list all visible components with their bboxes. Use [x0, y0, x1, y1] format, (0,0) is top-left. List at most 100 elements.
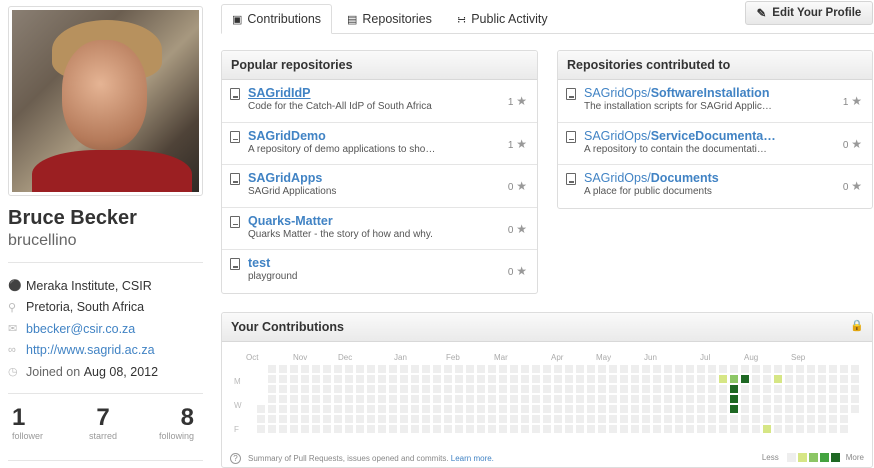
contribution-day[interactable]	[840, 415, 848, 423]
contribution-day[interactable]	[312, 395, 320, 403]
contribution-day[interactable]	[477, 385, 485, 393]
contribution-day[interactable]	[796, 395, 804, 403]
contribution-day[interactable]	[356, 415, 364, 423]
contribution-day[interactable]	[697, 425, 705, 433]
contribution-day[interactable]	[609, 415, 617, 423]
contribution-day[interactable]	[851, 365, 859, 373]
contribution-day[interactable]	[576, 365, 584, 373]
star-count[interactable]: 0 ★	[843, 179, 862, 193]
contribution-day[interactable]	[840, 375, 848, 383]
contribution-day[interactable]	[763, 365, 771, 373]
contribution-day[interactable]	[620, 415, 628, 423]
contribution-day[interactable]	[279, 395, 287, 403]
contribution-day[interactable]	[378, 385, 386, 393]
contribution-day[interactable]	[554, 395, 562, 403]
contribution-day[interactable]	[785, 425, 793, 433]
contribution-day[interactable]	[312, 415, 320, 423]
contribution-day[interactable]	[510, 425, 518, 433]
star-count[interactable]: 0 ★	[508, 222, 527, 236]
contribution-day[interactable]	[389, 425, 397, 433]
contribution-day[interactable]	[796, 415, 804, 423]
contribution-day[interactable]	[499, 385, 507, 393]
contribution-day[interactable]	[455, 385, 463, 393]
contribution-day[interactable]	[477, 425, 485, 433]
contribution-day[interactable]	[477, 415, 485, 423]
contribution-day[interactable]	[499, 405, 507, 413]
contribution-day[interactable]	[290, 375, 298, 383]
contribution-day[interactable]	[686, 425, 694, 433]
contribution-day[interactable]	[851, 375, 859, 383]
star-count[interactable]: 1 ★	[843, 94, 862, 108]
contribution-day[interactable]	[840, 385, 848, 393]
website-link[interactable]: http://www.sagrid.ac.za	[26, 343, 155, 357]
star-count[interactable]: 0 ★	[508, 179, 527, 193]
contribution-day[interactable]	[312, 375, 320, 383]
contribution-day[interactable]	[664, 415, 672, 423]
contribution-day[interactable]	[565, 395, 573, 403]
contribution-day[interactable]	[378, 365, 386, 373]
contribution-day[interactable]	[499, 395, 507, 403]
contribution-day[interactable]	[268, 385, 276, 393]
contribution-day[interactable]	[422, 385, 430, 393]
contribution-day[interactable]	[543, 425, 551, 433]
contribution-day[interactable]	[686, 405, 694, 413]
contribution-day[interactable]	[796, 405, 804, 413]
contribution-day[interactable]	[818, 385, 826, 393]
contribution-day[interactable]	[730, 365, 738, 373]
contribution-day[interactable]	[851, 405, 859, 413]
contribution-day[interactable]	[653, 385, 661, 393]
contribution-day[interactable]	[609, 395, 617, 403]
contribution-day[interactable]	[411, 405, 419, 413]
contribution-day[interactable]	[268, 415, 276, 423]
contribution-day[interactable]	[411, 375, 419, 383]
contribution-day[interactable]	[598, 415, 606, 423]
contribution-day[interactable]	[290, 395, 298, 403]
contribution-day[interactable]	[268, 405, 276, 413]
repo-name-link[interactable]: Quarks-Matter	[248, 214, 537, 228]
contribution-day[interactable]	[818, 375, 826, 383]
contribution-day[interactable]	[400, 425, 408, 433]
contribution-day[interactable]	[510, 385, 518, 393]
contribution-day[interactable]	[708, 365, 716, 373]
contribution-day[interactable]	[664, 365, 672, 373]
contribution-day[interactable]	[554, 365, 562, 373]
contribution-day[interactable]	[411, 425, 419, 433]
contribution-day[interactable]	[301, 405, 309, 413]
star-count[interactable]: 0 ★	[508, 264, 527, 278]
contribution-day[interactable]	[257, 405, 265, 413]
contribution-day[interactable]	[466, 425, 474, 433]
contribution-day[interactable]	[675, 375, 683, 383]
contribution-day[interactable]	[488, 365, 496, 373]
contribution-day[interactable]	[301, 365, 309, 373]
contribution-day[interactable]	[675, 415, 683, 423]
contribution-day[interactable]	[400, 405, 408, 413]
contribution-day[interactable]	[642, 365, 650, 373]
contribution-day[interactable]	[785, 375, 793, 383]
contribution-day[interactable]	[466, 375, 474, 383]
contribution-day[interactable]	[389, 395, 397, 403]
contribution-day[interactable]	[708, 425, 716, 433]
contribution-day[interactable]	[708, 385, 716, 393]
contribution-day[interactable]	[664, 425, 672, 433]
contribution-day[interactable]	[807, 405, 815, 413]
contribution-day[interactable]	[323, 405, 331, 413]
contribution-day[interactable]	[785, 385, 793, 393]
contribution-day[interactable]	[378, 405, 386, 413]
contribution-day[interactable]	[675, 405, 683, 413]
contribution-day[interactable]	[807, 365, 815, 373]
contribution-day[interactable]	[642, 405, 650, 413]
contribution-day[interactable]	[279, 405, 287, 413]
contribution-day[interactable]	[444, 365, 452, 373]
contribution-day[interactable]	[400, 365, 408, 373]
contribution-day[interactable]	[488, 375, 496, 383]
contribution-day[interactable]	[774, 365, 782, 373]
contribution-day[interactable]	[807, 395, 815, 403]
star-count[interactable]: 1 ★	[508, 137, 527, 151]
contribution-day[interactable]	[455, 365, 463, 373]
help-icon[interactable]: ?	[230, 453, 241, 464]
contribution-day[interactable]	[829, 395, 837, 403]
contribution-day[interactable]	[455, 425, 463, 433]
contribution-day[interactable]	[367, 365, 375, 373]
contribution-day[interactable]	[510, 365, 518, 373]
contribution-day[interactable]	[367, 395, 375, 403]
